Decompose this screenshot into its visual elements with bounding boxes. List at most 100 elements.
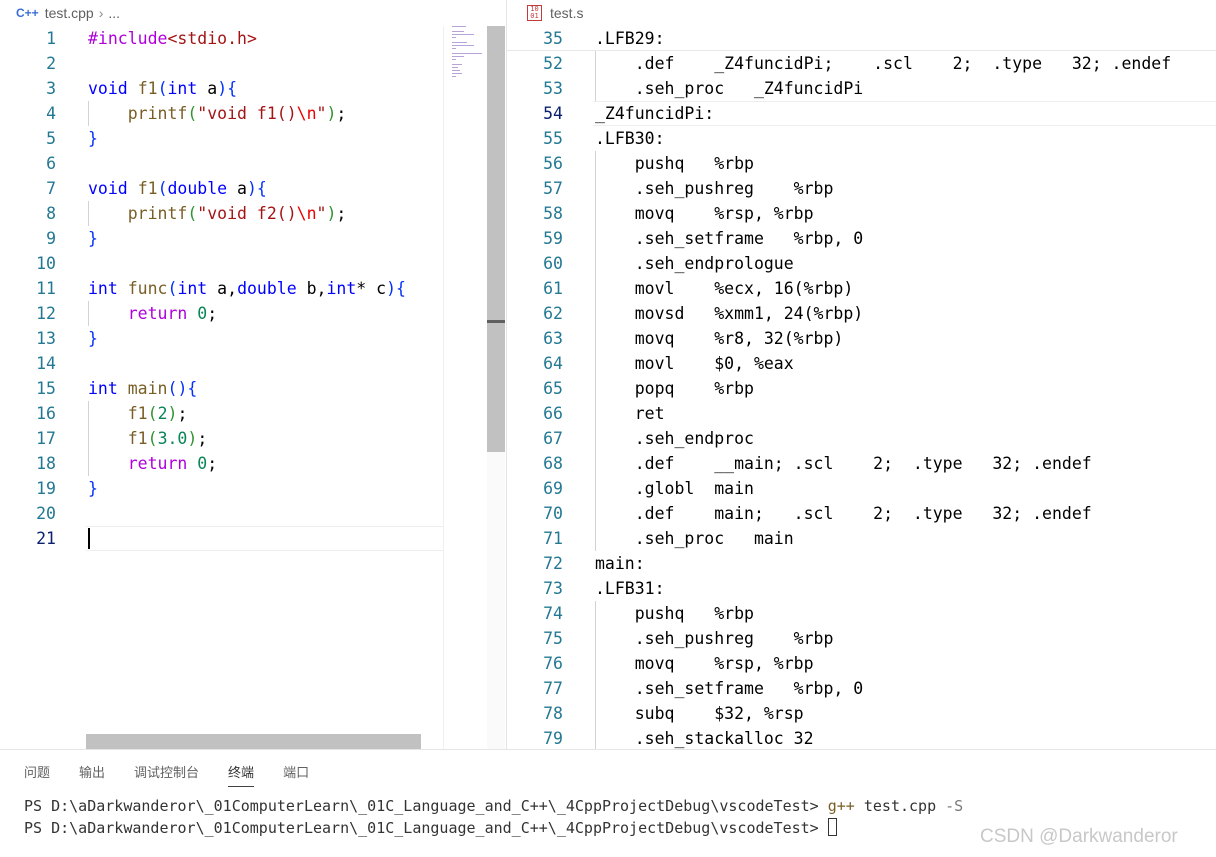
line-number: 70 — [543, 504, 563, 523]
asm-code-line[interactable]: 55 .LFB30: — [507, 126, 1216, 151]
asm-editor-pane[interactable]: 10 01 test.s 35 .LFB29: 52 .def _Z4funcidPi… — [506, 0, 1216, 749]
code-text: .seh_setframe %rbp, 0 — [595, 229, 864, 248]
code-text: .seh_proc _Z4funcidPi — [595, 79, 864, 98]
asm-code-line[interactable]: 70 .def main; .scl 2; .type 32; .endef — [507, 501, 1216, 526]
asm-code-line[interactable]: 60 .seh_endprologue — [507, 251, 1216, 276]
code-line[interactable]: 17 f1(3.0); — [0, 426, 443, 451]
code-line[interactable]: 1 #include<stdio.h> — [0, 26, 443, 51]
line-number: 65 — [543, 379, 563, 398]
breadcrumb-file[interactable]: test.s — [550, 5, 583, 21]
cpp-breadcrumb[interactable]: C++ test.cpp › ... — [0, 0, 506, 26]
code-text: .def _Z4funcidPi; .scl 2; .type 32; .end… — [595, 54, 1172, 73]
tab-problems[interactable]: 问题 — [24, 762, 50, 787]
tab-ports[interactable]: 端口 — [283, 762, 309, 787]
asm-code-line[interactable]: 76 movq %rsp, %rbp — [507, 651, 1216, 676]
line-number: 68 — [543, 454, 563, 473]
line-number: 5 — [46, 129, 56, 148]
code-line[interactable]: 3 void f1(int a){ — [0, 76, 443, 101]
code-line[interactable]: 4 printf("void f1()\n"); — [0, 101, 443, 126]
line-number: 7 — [46, 179, 56, 198]
code-text: void f1(int a){ — [88, 79, 238, 98]
terminal-line[interactable]: PS D:\aDarkwanderor\_01ComputerLearn\_01… — [24, 817, 837, 839]
line-number: 2 — [46, 54, 56, 73]
code-line[interactable]: 8 printf("void f2()\n"); — [0, 201, 443, 226]
breadcrumb-file[interactable]: test.cpp — [45, 5, 94, 21]
line-number: 77 — [543, 679, 563, 698]
asm-code-line[interactable]: 71 .seh_proc main — [507, 526, 1216, 551]
code-line[interactable]: 5} — [0, 126, 443, 151]
line-number: 71 — [543, 529, 563, 548]
asm-code-line[interactable]: 58 movq %rsp, %rbp — [507, 201, 1216, 226]
asm-code-line[interactable]: 62 movsd %xmm1, 24(%rbp) — [507, 301, 1216, 326]
minimap[interactable] — [443, 26, 487, 749]
terminal-line[interactable]: PS D:\aDarkwanderor\_01ComputerLearn\_01… — [24, 795, 963, 817]
line-number: 35 — [543, 29, 563, 48]
asm-code-line[interactable]: 73 .LFB31: — [507, 576, 1216, 601]
code-text: .seh_pushreg %rbp — [595, 629, 834, 648]
line-number: 56 — [543, 154, 563, 173]
code-line[interactable]: 11 int func(int a,double b,int* c){ — [0, 276, 443, 301]
indent-guide — [88, 401, 89, 476]
code-text: ret — [595, 404, 665, 423]
horizontal-scrollbar-thumb[interactable] — [86, 734, 421, 749]
asm-code-line[interactable]: 56 pushq %rbp — [507, 151, 1216, 176]
cpp-editor-pane[interactable]: C++ test.cpp › ... 1 #include<stdio.h> 2 3 v… — [0, 0, 506, 749]
code-line[interactable]: 10 — [0, 251, 443, 276]
indent-guide — [595, 51, 596, 101]
code-line[interactable]: 16 f1(2); — [0, 401, 443, 426]
asm-code-line[interactable]: 67 .seh_endproc — [507, 426, 1216, 451]
asm-code-line[interactable]: 77 .seh_setframe %rbp, 0 — [507, 676, 1216, 701]
asm-breadcrumb[interactable]: 10 01 test.s — [507, 0, 1216, 26]
asm-code-line[interactable]: 65 popq %rbp — [507, 376, 1216, 401]
text-cursor — [88, 528, 90, 549]
asm-code-line[interactable]: 69 .globl main — [507, 476, 1216, 501]
terminal-command: g++ — [827, 797, 855, 815]
code-line[interactable]: 6 — [0, 151, 443, 176]
code-line[interactable]: 12 return 0; — [0, 301, 443, 326]
asm-code-line[interactable]: 75 .seh_pushreg %rbp — [507, 626, 1216, 651]
asm-code-line[interactable]: 61 movl %ecx, 16(%rbp) — [507, 276, 1216, 301]
asm-code-line[interactable]: 57 .seh_pushreg %rbp — [507, 176, 1216, 201]
asm-code-line[interactable]: 64 movl $0, %eax — [507, 351, 1216, 376]
code-line[interactable]: 13} — [0, 326, 443, 351]
code-text: void f1(double a){ — [88, 179, 267, 198]
code-line[interactable]: 19} — [0, 476, 443, 501]
asm-code-line[interactable]: 59 .seh_setframe %rbp, 0 — [507, 226, 1216, 251]
asm-code-line[interactable]: 79 .seh_stackalloc 32 — [507, 726, 1216, 749]
current-line-highlight — [86, 526, 443, 551]
line-number: 67 — [543, 429, 563, 448]
tab-terminal[interactable]: 终端 — [228, 762, 255, 787]
asm-code-line[interactable]: 66 ret — [507, 401, 1216, 426]
terminal-flag: -S — [945, 797, 964, 815]
asm-code-line[interactable]: 68 .def __main; .scl 2; .type 32; .endef — [507, 451, 1216, 476]
code-text: movq %rsp, %rbp — [595, 204, 814, 223]
asm-code-line[interactable]: 63 movq %r8, 32(%rbp) — [507, 326, 1216, 351]
code-line[interactable]: 18 return 0; — [0, 451, 443, 476]
asm-code-line[interactable]: 52 .def _Z4funcidPi; .scl 2; .type 32; .… — [507, 51, 1216, 76]
asm-code-line[interactable]: 53 .seh_proc _Z4funcidPi — [507, 76, 1216, 101]
line-number: 4 — [46, 104, 56, 123]
code-text: movl $0, %eax — [595, 354, 794, 373]
tab-output[interactable]: 输出 — [79, 762, 105, 787]
asm-code-line[interactable]: 35 .LFB29: — [507, 26, 1216, 51]
code-line[interactable]: 15 int main(){ — [0, 376, 443, 401]
code-text: .LFB31: — [595, 579, 665, 598]
asm-code-line[interactable]: 72 main: — [507, 551, 1216, 576]
code-line[interactable]: 9} — [0, 226, 443, 251]
code-text: pushq %rbp — [595, 604, 754, 623]
code-text: .LFB29: — [595, 29, 665, 48]
line-number: 17 — [36, 429, 56, 448]
asm-code-line[interactable]: 78 subq $32, %rsp — [507, 701, 1216, 726]
code-line[interactable]: 14 — [0, 351, 443, 376]
asm-code-line[interactable]: 74 pushq %rbp — [507, 601, 1216, 626]
code-line[interactable]: 20 — [0, 501, 443, 526]
line-number: 16 — [36, 404, 56, 423]
code-text: .seh_endproc — [595, 429, 754, 448]
code-text: printf("void f2()\n"); — [127, 204, 347, 223]
code-line[interactable]: 7 void f1(double a){ — [0, 176, 443, 201]
tab-debug-console[interactable]: 调试控制台 — [134, 762, 199, 787]
vertical-scrollbar-thumb[interactable] — [487, 26, 505, 452]
code-line[interactable]: 2 — [0, 51, 443, 76]
panel-tabs: 问题 输出 调试控制台 终端 端口 — [24, 762, 338, 787]
breadcrumb-more[interactable]: ... — [108, 5, 120, 21]
